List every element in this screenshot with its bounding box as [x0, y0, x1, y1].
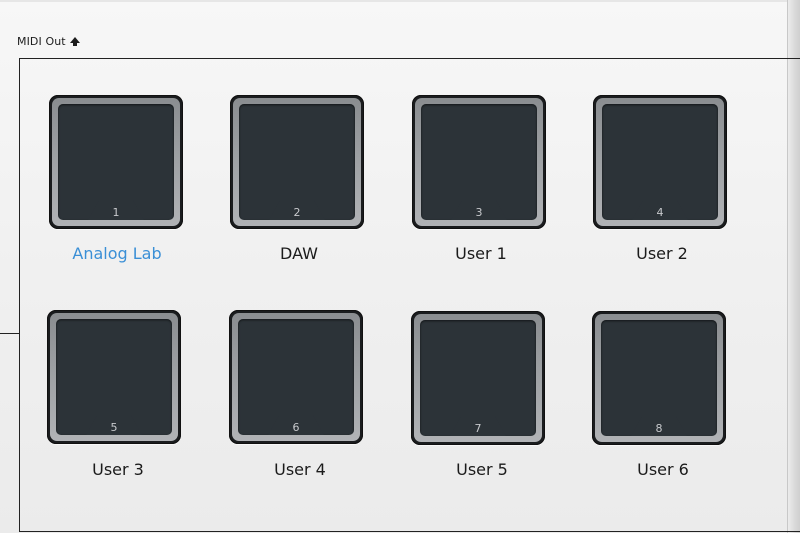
pad-4[interactable]: 4	[593, 95, 727, 229]
midi-out-label: MIDI Out	[17, 35, 80, 48]
pad-number: 3	[475, 206, 483, 219]
pad-number: 7	[474, 422, 482, 435]
pad-label-user-4: User 4	[274, 460, 326, 479]
pad-5[interactable]: 5	[47, 310, 181, 444]
pad-3[interactable]: 3	[412, 95, 546, 229]
pad-6[interactable]: 6	[229, 310, 363, 444]
pad-8[interactable]: 8	[592, 311, 726, 445]
pad-label-user-6: User 6	[637, 460, 689, 479]
midi-out-text: MIDI Out	[17, 35, 66, 48]
pad-2[interactable]: 2	[230, 95, 364, 229]
pad-label-analog-lab: Analog Lab	[72, 244, 162, 263]
pad-7[interactable]: 7	[411, 311, 545, 445]
top-edge	[0, 0, 800, 2]
pad-label-user-2: User 2	[636, 244, 688, 263]
pad-1[interactable]: 1	[49, 95, 183, 229]
pad-number: 6	[292, 421, 300, 434]
panel-side-tick	[0, 333, 19, 334]
arrow-up-icon	[69, 36, 80, 46]
pad-label-user-5: User 5	[456, 460, 508, 479]
pad-number: 1	[112, 206, 120, 219]
controller-surface: MIDI Out 1 Analog Lab 2 DAW 3 User 1 4 U…	[0, 0, 800, 533]
pad-label-daw: DAW	[280, 244, 318, 263]
pad-number: 8	[655, 422, 663, 435]
pad-number: 2	[293, 206, 301, 219]
pad-label-user-1: User 1	[455, 244, 507, 263]
pad-label-user-3: User 3	[92, 460, 144, 479]
pad-number: 4	[656, 206, 664, 219]
pad-number: 5	[110, 421, 118, 434]
